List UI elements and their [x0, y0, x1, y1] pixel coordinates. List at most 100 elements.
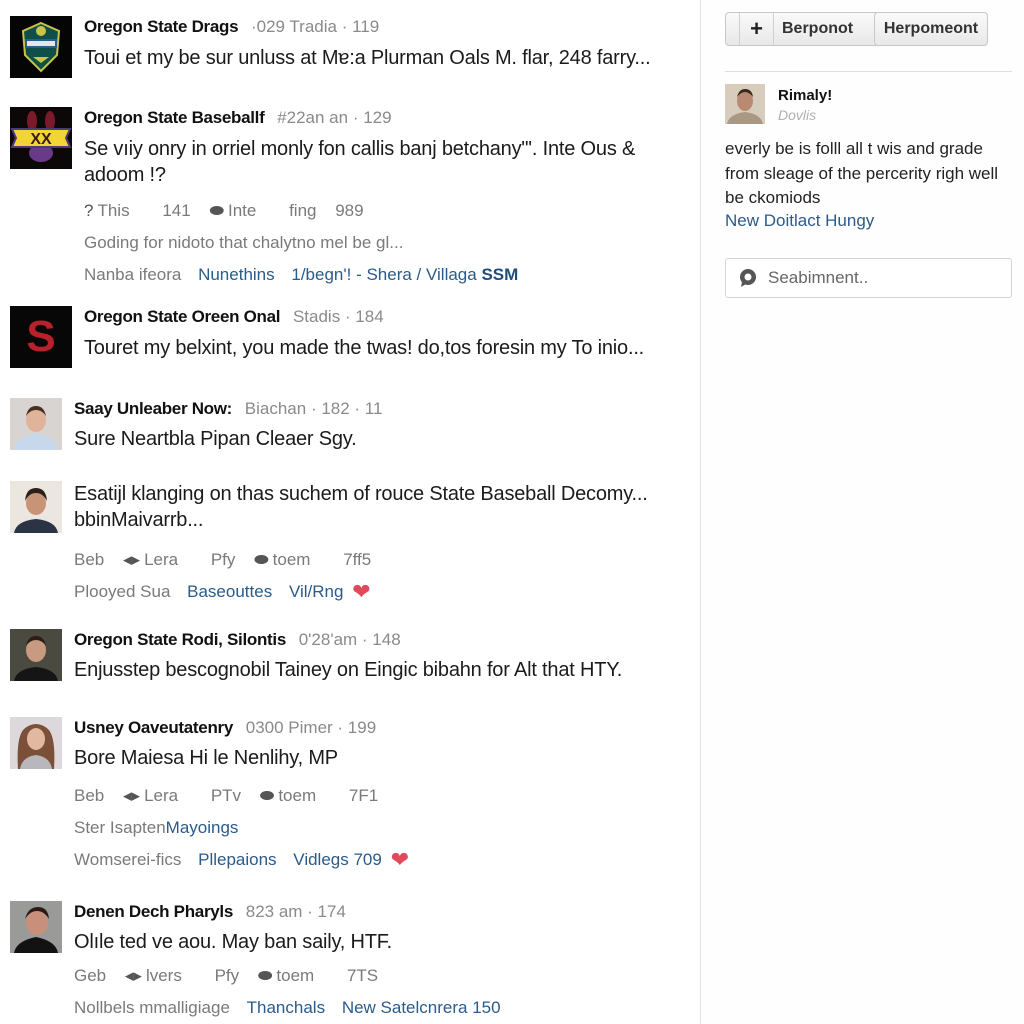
- action-this[interactable]: ? This: [84, 200, 144, 222]
- action-ptv[interactable]: PTv: [211, 785, 241, 807]
- post-author[interactable]: Denen Dech Pharyls: [74, 902, 233, 921]
- action-label: Lera: [144, 786, 179, 805]
- post-author[interactable]: Oregon State Drags: [84, 17, 239, 36]
- post-author[interactable]: Oregon State Rodi, Silontis: [74, 630, 286, 649]
- herpomeont-button[interactable]: Herpomeont: [874, 12, 988, 46]
- action-comment[interactable]: ⬬ toem: [260, 785, 330, 807]
- post-link[interactable]: Mayoings: [166, 818, 239, 837]
- post-links-line: Nollbels mmalligiage Thanchals New Satel…: [74, 997, 690, 1019]
- post-text: Bore Maiesa Hi le Nenlihy, MP: [74, 747, 338, 769]
- profile-name[interactable]: Rimaly!: [778, 87, 832, 104]
- post-meta: 0300 Pimer · 199: [245, 718, 377, 737]
- comment-bubble-icon: ⬬: [209, 201, 224, 220]
- action-inte[interactable]: ⬬ Inte: [209, 200, 270, 222]
- links-prefix: Nollbels mmalligiage: [74, 998, 230, 1017]
- comment-bubble-icon: ⬬: [257, 966, 273, 985]
- post-text: Enjusstep bescognobil Tainey on Eingic b…: [74, 659, 623, 681]
- person-photo-icon: [10, 629, 62, 681]
- user-avatar[interactable]: [10, 629, 62, 681]
- profile-link[interactable]: New Doitlact Hungy: [725, 211, 874, 231]
- divider: [725, 71, 1012, 72]
- action-retweet[interactable]: ◂▸ Lera: [123, 549, 192, 571]
- action-count: 141: [162, 201, 191, 220]
- subline-prefix: Ster Isapten: [74, 818, 166, 837]
- action-beb[interactable]: Beb: [74, 785, 104, 807]
- post-link[interactable]: Thanchals: [247, 998, 325, 1017]
- question-icon: ?: [84, 201, 94, 220]
- retweet-arrows-icon: ◂▸: [124, 966, 142, 985]
- add-berponot-button[interactable]: + Berponot: [725, 12, 889, 46]
- post-link[interactable]: Pllepaions: [198, 850, 276, 869]
- user-avatar[interactable]: [10, 901, 62, 953]
- post-meta: 0'28'am · 148: [298, 630, 401, 649]
- post-text: Toui et my be sur unluss at Mɐ:a Plurman…: [84, 47, 651, 69]
- action-beb[interactable]: Beb: [74, 549, 104, 571]
- svg-text:XX: XX: [30, 131, 52, 148]
- post-link[interactable]: Vidlegs 709: [293, 850, 382, 869]
- post-link-strong[interactable]: SSM: [481, 265, 518, 284]
- action-comment[interactable]: ⬬ toem: [258, 965, 328, 987]
- action-geb[interactable]: Geb: [74, 965, 106, 987]
- post-meta: ·029 Tradia · 119: [250, 17, 380, 36]
- action-comment[interactable]: ⬬ toem: [254, 549, 324, 571]
- action-label: This: [97, 201, 130, 220]
- post-subline: Ster IsaptenMayoings: [74, 817, 690, 839]
- post-text: Touret my belxint, you made the twas! do…: [84, 337, 645, 359]
- post-link[interactable]: Vil/Rng: [289, 582, 344, 601]
- post-link[interactable]: New Satelcnrera 150: [342, 998, 501, 1017]
- plus-icon: +: [740, 13, 774, 45]
- action-retweet[interactable]: ◂▸ lvers: [125, 965, 196, 987]
- action-pfy[interactable]: Pfy: [211, 549, 236, 571]
- post-author[interactable]: Saay Unleaber Now:: [74, 399, 232, 418]
- speech-bubble-icon: [740, 269, 756, 287]
- post-author[interactable]: Oregon State Oreen Onal: [84, 307, 281, 326]
- button-label: Herpomeont: [883, 20, 979, 37]
- team-logo-s-avatar[interactable]: S: [10, 306, 72, 368]
- action-count: 7F1: [348, 786, 379, 805]
- post-links-line: Nanba ifeora Nunethins 1/begn'! - Shera …: [84, 264, 690, 286]
- team-logo-xx-avatar[interactable]: XX: [10, 107, 72, 169]
- person-photo-icon: [725, 84, 765, 124]
- user-avatar[interactable]: [10, 398, 62, 450]
- post-text: Esatijl klanging on thas suchem of rouce…: [74, 483, 648, 531]
- links-prefix: Plooyed Sua: [74, 582, 171, 601]
- person-photo-icon: [10, 398, 62, 450]
- action-count: 7ff5: [343, 550, 372, 569]
- team-logo-drags-avatar[interactable]: [10, 16, 72, 78]
- action-label: toem: [272, 550, 311, 569]
- profile-text: everly be is folll all t wis and grade f…: [725, 139, 999, 207]
- action-label: Inte: [227, 201, 257, 220]
- comment-input[interactable]: [768, 268, 998, 288]
- user-avatar[interactable]: [10, 717, 62, 769]
- links-prefix: Womserei-fics: [74, 850, 182, 869]
- person-photo-icon: [10, 481, 62, 533]
- s-logo-icon: S: [26, 312, 56, 361]
- action-count: 989: [335, 201, 364, 220]
- post-meta: #22an an · 129: [277, 108, 392, 127]
- retweet-arrows-icon: ◂▸: [122, 786, 141, 805]
- comment-bubble-icon: ⬬: [254, 550, 269, 569]
- comment-bubble-icon: ⬬: [259, 786, 275, 805]
- profile-avatar[interactable]: [725, 84, 765, 124]
- button-label: Berponot: [782, 20, 854, 37]
- user-avatar[interactable]: [10, 481, 62, 533]
- post-link[interactable]: Baseouttes: [187, 582, 272, 601]
- post-author[interactable]: Usney Oaveutatenry: [74, 718, 233, 737]
- heart-icon[interactable]: ❤: [391, 847, 409, 872]
- shield-logo-icon: [21, 21, 61, 73]
- post-links-line: Plooyed Sua Baseouttes Vil/Rng ❤: [74, 581, 690, 603]
- post-meta: Stadis · 184: [292, 307, 384, 326]
- action-label: toem: [278, 786, 317, 805]
- action-retweet[interactable]: ◂▸ Lera: [123, 785, 192, 807]
- post-link[interactable]: Nunethins: [198, 265, 275, 284]
- profile-subtitle: Dovlis: [778, 107, 817, 123]
- action-fing[interactable]: fing: [289, 200, 316, 222]
- right-sidebar: + Berponot Herpomeont Rimaly! Dovlis eve…: [700, 0, 1024, 1024]
- action-pfy[interactable]: Pfy: [215, 965, 240, 987]
- post-author[interactable]: Oregon State Baseballf: [84, 108, 265, 127]
- action-label: lvers: [145, 966, 182, 985]
- heart-icon[interactable]: ❤: [352, 579, 370, 604]
- comment-input-box[interactable]: [725, 258, 1012, 298]
- post-text: Olıle ted ve aou. May ban saily, HTF.: [74, 931, 392, 953]
- post-link[interactable]: 1/begn'! - Shera / Villaga: [291, 265, 476, 284]
